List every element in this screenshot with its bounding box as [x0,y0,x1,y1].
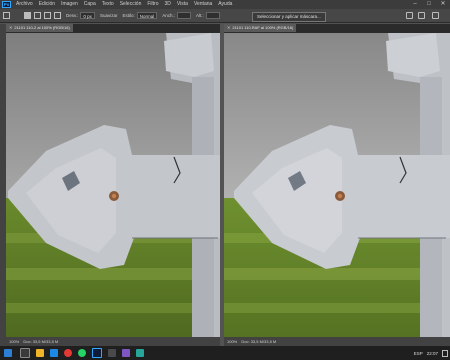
width-label: Anch.: [162,13,175,18]
image-canvas-right[interactable] [224,33,450,337]
add-selection-icon[interactable] [34,12,41,19]
status-bar-right: 100% Doc: 33,5 M/33,5 M [224,337,450,346]
menu-archivo[interactable]: Archivo [13,0,36,9]
maximize-button[interactable]: □ [422,0,436,9]
menu-filtro[interactable]: Filtro [144,0,161,9]
zoom-level[interactable]: 100% [227,339,237,344]
language-indicator[interactable]: ESP [414,351,423,356]
search-icon[interactable] [406,12,413,19]
doc-size: Doc: 33,5 M/33,5 M [241,339,277,344]
photoshop-taskbar-icon[interactable] [92,348,102,358]
options-bar: Desv.: 0 px Suavizar Estilo: Normal Anch… [0,9,450,23]
taskbar: ESP 22:07 [0,346,450,360]
close-tab-icon[interactable]: ✕ [227,25,230,30]
menu-ayuda[interactable]: Ayuda [215,0,235,9]
hinge-photo-left [6,33,220,337]
app-icon[interactable] [122,349,130,357]
style-label: Estilo: [122,13,135,18]
antialias-label[interactable]: Suavizar [100,13,118,18]
height-label: Alt.: [196,13,204,18]
chrome-icon[interactable] [64,349,72,357]
file-explorer-icon[interactable] [36,349,44,357]
close-window-button[interactable]: ✕ [436,0,450,9]
marquee-tool-icon[interactable] [3,12,10,19]
app-icon[interactable] [108,349,116,357]
document-window-left: ✕ 21101 110-2 al 100% (RGB/16) 100% Doc:… [6,24,220,346]
height-input[interactable] [205,12,220,19]
width-input[interactable] [177,12,191,19]
menu-vista[interactable]: Vista [174,0,191,9]
subtract-selection-icon[interactable] [44,12,51,19]
start-icon[interactable] [4,349,12,357]
style-select[interactable]: Normal [136,12,158,19]
menu-edicion[interactable]: Edición [36,0,58,9]
share-icon[interactable] [432,12,439,19]
zoom-level[interactable]: 100% [9,339,19,344]
menu-ventana[interactable]: Ventana [191,0,215,9]
system-tray: ESP 22:07 [410,346,448,360]
clock[interactable]: 22:07 [427,351,438,356]
menu-seleccion[interactable]: Selección [117,0,145,9]
menu-bar: Ps Archivo Edición Imagen Capa Texto Sel… [0,0,450,9]
document-tab-right[interactable]: ✕ 21101 110.RAF al 100% (RGB/16) [224,24,297,32]
document-tab-title: 21101 110.RAF al 100% (RGB/16) [232,25,294,30]
feather-input[interactable]: 0 px [80,12,95,19]
intersect-selection-icon[interactable] [54,12,61,19]
menu-imagen[interactable]: Imagen [58,0,81,9]
app-icon[interactable] [136,349,144,357]
feather-label: Desv.: [66,13,79,18]
doc-size: Doc: 33,5 M/33,5 M [23,339,59,344]
whatsapp-icon[interactable] [78,349,86,357]
document-window-right: ✕ 21101 110.RAF al 100% (RGB/16) 100% Do… [224,24,450,346]
menu-capa[interactable]: Capa [81,0,99,9]
image-canvas-left[interactable] [6,33,220,337]
menu-texto[interactable]: Texto [99,0,117,9]
hinge-photo-right [224,33,450,337]
new-selection-icon[interactable] [24,12,31,19]
photoshop-logo-icon: Ps [2,1,11,8]
status-bar-left: 100% Doc: 33,5 M/33,5 M [6,337,220,346]
notifications-icon[interactable] [442,349,448,357]
document-tab-title: 21101 110-2 al 100% (RGB/16) [14,25,70,30]
task-view-icon[interactable] [20,348,30,358]
edge-icon[interactable] [50,349,58,357]
select-and-mask-button[interactable]: Seleccionar y aplicar máscara... [252,12,326,22]
workspace-icon[interactable] [418,12,425,19]
close-tab-icon[interactable]: ✕ [9,25,12,30]
document-tab-left[interactable]: ✕ 21101 110-2 al 100% (RGB/16) [6,24,73,32]
minimize-button[interactable]: – [408,0,422,9]
menu-3d[interactable]: 3D [162,0,174,9]
